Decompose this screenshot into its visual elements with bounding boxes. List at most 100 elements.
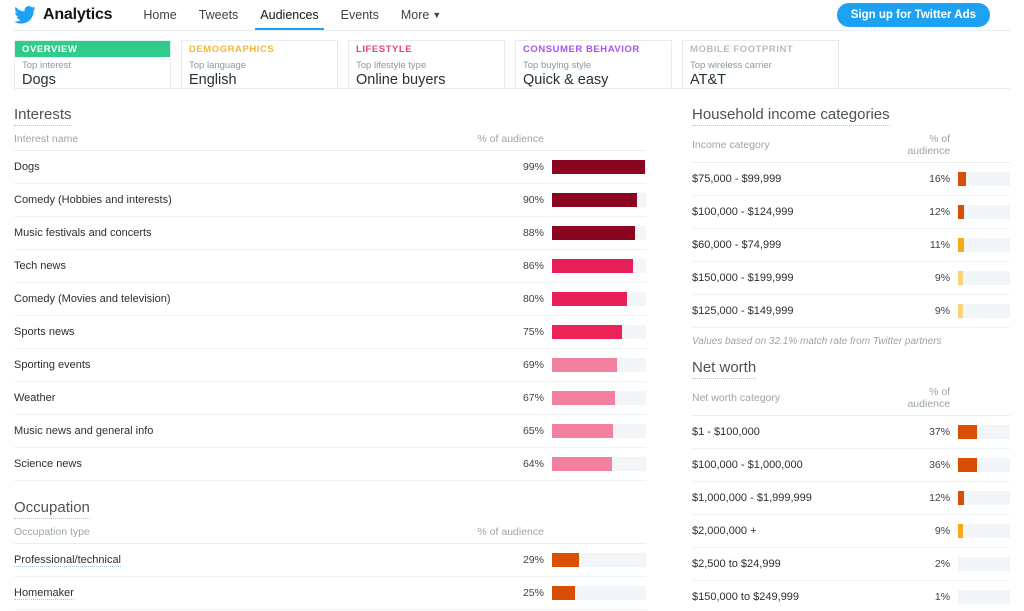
interests-row: Sporting events69% bbox=[14, 349, 646, 382]
household-income-row-label: $60,000 - $74,999 bbox=[692, 229, 887, 262]
interests-row-bar-fill bbox=[552, 160, 645, 174]
net-worth-row-label: $100,000 - $1,000,000 bbox=[692, 449, 887, 482]
occupation-col-name: Occupation type bbox=[14, 526, 456, 544]
occupation-row-bar-cell bbox=[552, 544, 646, 577]
household-income-col-name: Income category bbox=[692, 133, 887, 163]
net-worth-row: $2,500 to $24,9992% bbox=[692, 548, 1010, 581]
brand[interactable]: Analytics bbox=[14, 6, 112, 24]
summary-card-lifestyle[interactable]: LIFESTYLE Top lifestyle type Online buye… bbox=[348, 40, 505, 89]
interests-row-bar-cell bbox=[552, 382, 646, 415]
nav-links: Home Tweets Audiences Events More▼ bbox=[132, 0, 452, 30]
net-worth-row-bar-fill bbox=[958, 590, 959, 604]
household-income-col-bar bbox=[958, 133, 1010, 163]
interests-row: Tech news86% bbox=[14, 250, 646, 283]
left-column: Interests Interest name % of audience Do… bbox=[14, 89, 646, 611]
interests-row-bar-fill bbox=[552, 292, 627, 306]
household-income-row-bar-cell bbox=[958, 196, 1010, 229]
summary-card-demographics-value: English bbox=[182, 71, 337, 89]
interests-row-percent: 64% bbox=[456, 448, 552, 481]
household-income-section-title[interactable]: Household income categories bbox=[692, 106, 890, 126]
household-income-col-pct: % of audience bbox=[887, 133, 958, 163]
nav-link-audiences[interactable]: Audiences bbox=[249, 0, 329, 30]
occupation-row-label-link[interactable]: Homemaker bbox=[14, 587, 74, 600]
interests-row-percent: 80% bbox=[456, 283, 552, 316]
net-worth-row-percent: 9% bbox=[887, 515, 958, 548]
household-income-row-percent: 16% bbox=[887, 163, 958, 196]
occupation-row-bar-track bbox=[552, 553, 646, 567]
nav-link-home-label: Home bbox=[143, 8, 176, 22]
nav-link-audiences-label: Audiences bbox=[260, 8, 318, 22]
household-income-table: Income category % of audience $75,000 - … bbox=[692, 133, 1010, 328]
interests-row-label: Dogs bbox=[14, 151, 456, 184]
occupation-row-label[interactable]: Homemaker bbox=[14, 577, 456, 610]
net-worth-section-title[interactable]: Net worth bbox=[692, 359, 756, 379]
interests-row-bar-cell bbox=[552, 349, 646, 382]
summary-card-consumer-behavior[interactable]: CONSUMER BEHAVIOR Top buying style Quick… bbox=[515, 40, 672, 89]
occupation-section-title[interactable]: Occupation bbox=[14, 499, 90, 519]
interests-row-bar-track bbox=[552, 457, 646, 471]
occupation-row-label[interactable]: Professional/technical bbox=[14, 544, 456, 577]
interests-row-label: Tech news bbox=[14, 250, 456, 283]
net-worth-row-bar-track bbox=[958, 590, 1010, 604]
net-worth-row-percent: 1% bbox=[887, 581, 958, 611]
household-income-row-bar-cell bbox=[958, 295, 1010, 328]
household-income-table-body: $75,000 - $99,99916%$100,000 - $124,9991… bbox=[692, 163, 1010, 328]
net-worth-table: Net worth category % of audience $1 - $1… bbox=[692, 386, 1010, 611]
net-worth-row-bar-cell bbox=[958, 581, 1010, 611]
household-income-row: $125,000 - $149,9999% bbox=[692, 295, 1010, 328]
left-spacer bbox=[14, 481, 646, 499]
occupation-row-label-link[interactable]: Professional/technical bbox=[14, 554, 121, 567]
summary-card-mobile-footprint-head: MOBILE FOOTPRINT bbox=[683, 41, 838, 57]
interests-row-bar-cell bbox=[552, 151, 646, 184]
chevron-down-icon: ▼ bbox=[432, 10, 441, 20]
interests-section-title[interactable]: Interests bbox=[14, 106, 72, 126]
summary-card-lifestyle-head: LIFESTYLE bbox=[349, 41, 504, 57]
net-worth-row-bar-cell bbox=[958, 416, 1010, 449]
net-worth-col-pct: % of audience bbox=[887, 386, 958, 416]
summary-card-overview[interactable]: OVERVIEW Top interest Dogs bbox=[14, 40, 171, 89]
summary-card-consumer-behavior-sub: Top buying style bbox=[516, 57, 671, 71]
interests-row-label: Sporting events bbox=[14, 349, 456, 382]
summary-card-mobile-footprint-sub: Top wireless carrier bbox=[683, 57, 838, 71]
occupation-row-bar-track bbox=[552, 586, 646, 600]
net-worth-row: $150,000 to $249,9991% bbox=[692, 581, 1010, 611]
summary-card-lifestyle-value: Online buyers bbox=[349, 71, 504, 89]
summary-card-consumer-behavior-value: Quick & easy bbox=[516, 71, 671, 89]
household-income-row-bar-fill bbox=[958, 304, 963, 318]
nav-link-events[interactable]: Events bbox=[330, 0, 390, 30]
nav-link-more[interactable]: More▼ bbox=[390, 0, 452, 30]
interests-row: Sports news75% bbox=[14, 316, 646, 349]
nav-link-tweets[interactable]: Tweets bbox=[188, 0, 250, 30]
household-income-row-percent: 12% bbox=[887, 196, 958, 229]
interests-col-name: Interest name bbox=[14, 133, 456, 151]
occupation-row-percent: 29% bbox=[456, 544, 552, 577]
interests-row-bar-cell bbox=[552, 217, 646, 250]
interests-row-bar-fill bbox=[552, 424, 613, 438]
summary-card-tabs: OVERVIEW Top interest Dogs DEMOGRAPHICS … bbox=[0, 31, 1024, 89]
interests-row-bar-track bbox=[552, 424, 646, 438]
net-worth-row: $2,000,000 +9% bbox=[692, 515, 1010, 548]
sign-up-twitter-ads-button[interactable]: Sign up for Twitter Ads bbox=[837, 3, 990, 27]
household-income-row-bar-cell bbox=[958, 262, 1010, 295]
nav-link-home[interactable]: Home bbox=[132, 0, 187, 30]
interests-row-bar-cell bbox=[552, 415, 646, 448]
interests-row-bar-fill bbox=[552, 259, 633, 273]
brand-name: Analytics bbox=[43, 6, 112, 24]
net-worth-col-name: Net worth category bbox=[692, 386, 887, 416]
interests-table: Interest name % of audience Dogs99%Comed… bbox=[14, 133, 646, 481]
interests-row-percent: 75% bbox=[456, 316, 552, 349]
household-income-row-label: $125,000 - $149,999 bbox=[692, 295, 887, 328]
net-worth-row-percent: 12% bbox=[887, 482, 958, 515]
summary-card-demographics[interactable]: DEMOGRAPHICS Top language English bbox=[181, 40, 338, 89]
right-column: Household income categories Income categ… bbox=[646, 89, 1010, 611]
interests-row-label: Comedy (Hobbies and interests) bbox=[14, 184, 456, 217]
household-income-row-bar-track bbox=[958, 271, 1010, 285]
net-worth-row-bar-track bbox=[958, 524, 1010, 538]
twitter-bird-icon bbox=[14, 6, 36, 24]
interests-row-bar-cell bbox=[552, 250, 646, 283]
net-worth-row-bar-track bbox=[958, 425, 1010, 439]
net-worth-row-label: $1 - $100,000 bbox=[692, 416, 887, 449]
interests-row: Science news64% bbox=[14, 448, 646, 481]
summary-card-mobile-footprint[interactable]: MOBILE FOOTPRINT Top wireless carrier AT… bbox=[682, 40, 839, 89]
occupation-row-percent: 25% bbox=[456, 577, 552, 610]
